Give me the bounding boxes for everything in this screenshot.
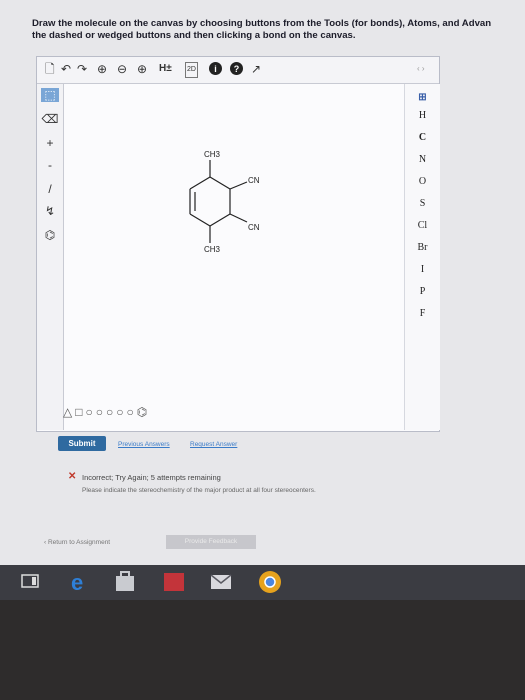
atoms-panel: ⊞ H C N O S Cl Br I P F [404, 84, 440, 430]
return-to-assignment-link[interactable]: ‹ Return to Assignment [44, 539, 110, 546]
atom-i-button[interactable]: I [405, 264, 440, 275]
ring-bond[interactable] [189, 213, 211, 227]
new-icon[interactable]: 🗋 [45, 62, 55, 76]
instructions-line-1: Draw the molecule on the canvas by choos… [32, 18, 492, 29]
select-tool-icon[interactable]: ⬚ [41, 88, 59, 102]
charge-minus-tool[interactable]: - [41, 158, 59, 172]
atom-n-button[interactable]: N [405, 154, 440, 165]
help-icon[interactable]: ? [230, 62, 243, 75]
erase-tool-icon[interactable]: ⌫ [41, 112, 59, 126]
ring-bond[interactable] [209, 213, 231, 227]
undo-icon[interactable]: ↶ [61, 62, 71, 76]
zoom-in-icon[interactable]: ⊕ [97, 62, 107, 76]
nitrile-bond-top[interactable] [229, 181, 248, 190]
feedback-detail: Please indicate the stereochemistry of t… [82, 487, 316, 494]
chain-tool[interactable]: ↯ [41, 204, 59, 218]
taskbar: e [0, 565, 525, 600]
nitrile-bond-bottom[interactable] [229, 213, 248, 223]
molecule-structure: CH3 CN CN CH3 [189, 150, 260, 254]
monitor-bezel [0, 600, 525, 700]
provide-feedback-button[interactable]: Provide Feedback [166, 535, 256, 549]
svg-text:e: e [71, 570, 83, 594]
atom-h-button[interactable]: H [405, 110, 440, 121]
charge-plus-tool[interactable]: + [41, 136, 59, 150]
single-bond-tool[interactable]: / [41, 182, 59, 196]
nitrile-label-bottom[interactable]: CN [248, 223, 260, 232]
atom-c-button[interactable]: C [405, 132, 440, 143]
methyl-label-top[interactable]: CH3 [204, 150, 221, 159]
atom-p-button[interactable]: P [405, 286, 440, 297]
atom-cl-button[interactable]: Cl [405, 220, 440, 231]
incorrect-icon: ✕ [68, 471, 77, 482]
template-tool[interactable]: ⌬ [41, 228, 59, 242]
molecule-editor: 🗋 ↶ ↷ ⊕ ⊖ ⊕ H± 2D i ? ↗ ‹ › ⬚ ⌫ + - / ↯ … [36, 56, 440, 432]
zoom-fit-icon[interactable]: ⊕ [137, 62, 147, 76]
chrome-icon[interactable] [258, 570, 282, 594]
redo-icon[interactable]: ↷ [77, 62, 87, 76]
atom-br-button[interactable]: Br [405, 242, 440, 253]
methyl-label-bottom[interactable]: CH3 [204, 245, 221, 254]
drawing-canvas[interactable]: CH3 CN CN CH3 [64, 84, 404, 399]
instructions: Draw the molecule on the canvas by choos… [32, 18, 522, 42]
edge-icon[interactable]: e [68, 570, 92, 595]
atoms-expand-icon[interactable]: ‹ › [417, 62, 425, 76]
feedback-title: Incorrect; Try Again; 5 attempts remaini… [82, 473, 221, 482]
office-icon[interactable] [162, 570, 186, 594]
request-answer-link[interactable]: Request Answer [190, 441, 237, 448]
nitrile-label-top[interactable]: CN [248, 176, 260, 185]
editor-toolbar: 🗋 ↶ ↷ ⊕ ⊖ ⊕ H± 2D i ? ↗ ‹ › [37, 57, 439, 84]
zoom-out-icon[interactable]: ⊖ [117, 62, 127, 76]
hydrogen-toggle-button[interactable]: H± [159, 62, 172, 76]
2d-clean-button[interactable]: 2D [185, 62, 198, 78]
ring-bond[interactable] [189, 176, 211, 190]
info-icon[interactable]: i [209, 62, 222, 75]
atom-o-button[interactable]: O [405, 176, 440, 187]
tablet-mode-icon[interactable] [18, 570, 42, 594]
instructions-line-2: the dashed or wedged buttons and then cl… [32, 30, 356, 41]
ring-templates[interactable]: △□○○○○○⌬ [63, 405, 150, 419]
submit-button[interactable]: Submit [58, 436, 106, 451]
store-icon[interactable] [113, 570, 137, 594]
browser-screen: Draw the molecule on the canvas by choos… [0, 0, 525, 565]
previous-answers-link[interactable]: Previous Answers [118, 441, 170, 448]
atom-f-button[interactable]: F [405, 308, 440, 319]
fullscreen-icon[interactable]: ↗ [251, 62, 261, 76]
tools-panel: ⬚ ⌫ + - / ↯ ⌬ [37, 84, 64, 430]
mail-icon[interactable] [209, 570, 233, 594]
atom-s-button[interactable]: S [405, 198, 440, 209]
ring-bond[interactable] [209, 176, 231, 190]
periodic-table-icon[interactable]: ⊞ [405, 92, 440, 103]
